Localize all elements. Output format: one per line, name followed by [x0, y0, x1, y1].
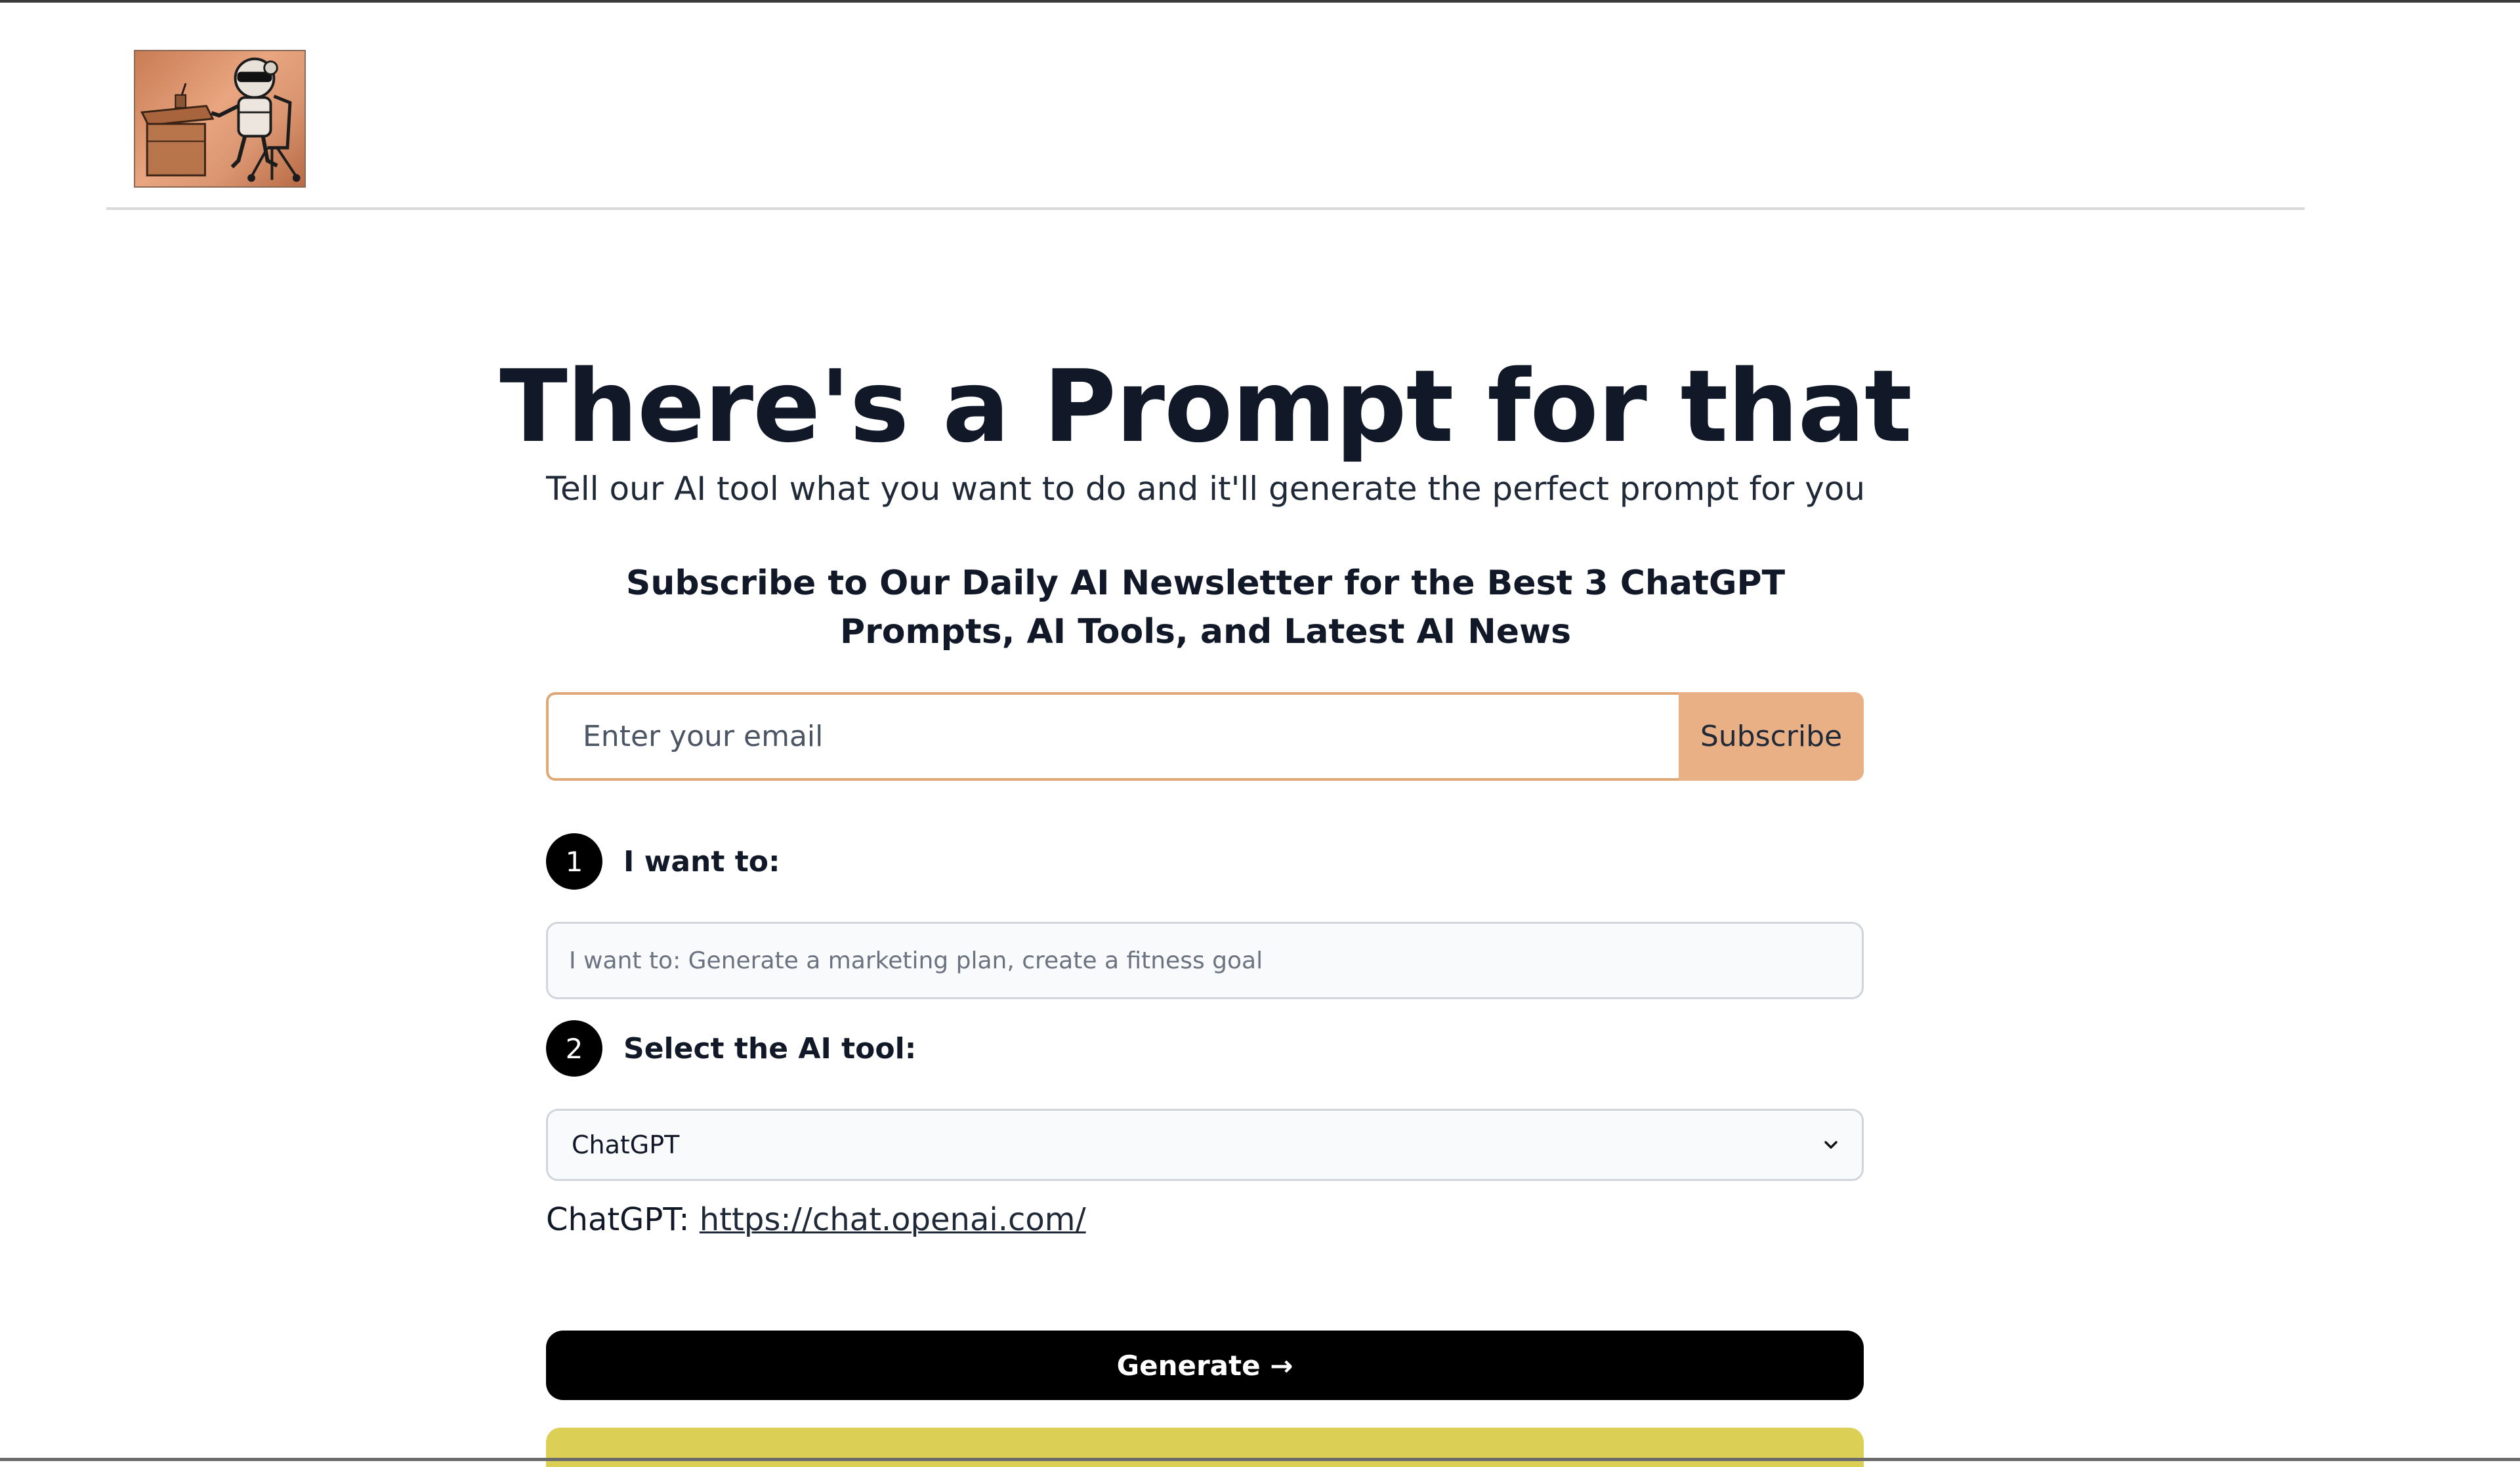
- subscribe-button[interactable]: Subscribe: [1679, 692, 1864, 781]
- step-2-header: 2 Select the AI tool:: [546, 1020, 916, 1077]
- ai-tool-select[interactable]: ChatGPT: [546, 1109, 1864, 1181]
- yellow-action-bar[interactable]: [546, 1428, 1864, 1467]
- step-1-header: 1 I want to:: [546, 833, 780, 890]
- tool-link-row: ChatGPT: https://chat.openai.com/: [546, 1197, 1086, 1242]
- step-1-label: I want to:: [623, 844, 780, 878]
- email-input[interactable]: [546, 692, 1679, 781]
- header-divider: [106, 207, 2305, 210]
- page-subtitle: Tell our AI tool what you want to do and…: [545, 470, 1866, 508]
- step-2-number-badge: 2: [546, 1020, 602, 1077]
- robot-desk-logo-icon: [140, 57, 301, 182]
- newsletter-heading: Subscribe to Our Daily AI Newsletter for…: [625, 564, 1786, 651]
- step-1-number-badge: 1: [546, 833, 602, 890]
- page-title: There's a Prompt for that: [499, 348, 1912, 465]
- generate-button[interactable]: Generate →: [546, 1331, 1864, 1400]
- goal-input[interactable]: [546, 922, 1864, 999]
- site-header: [0, 0, 2520, 211]
- newsletter-form: Subscribe: [546, 692, 1864, 781]
- tool-url-link[interactable]: https://chat.openai.com/: [700, 1201, 1086, 1238]
- tool-link-prefix: ChatGPT:: [546, 1201, 690, 1238]
- window-bottom-border: [0, 1458, 2520, 1461]
- ai-tool-selected-value: ChatGPT: [572, 1130, 680, 1159]
- site-logo[interactable]: [134, 50, 306, 188]
- step-2-label: Select the AI tool:: [623, 1031, 917, 1065]
- chevron-down-icon: [1824, 1141, 1838, 1149]
